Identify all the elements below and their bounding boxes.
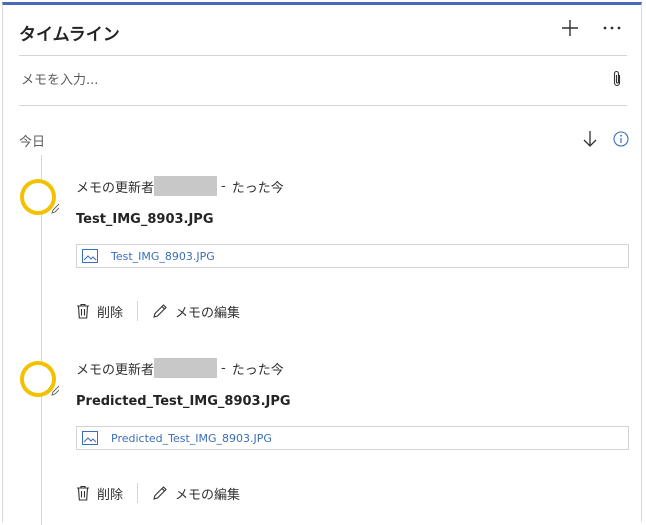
section-date-label: 今日 (19, 135, 46, 150)
edit-note-button[interactable]: メモの編集 (152, 484, 240, 503)
attachment-link[interactable]: Predicted_Test_IMG_8903.JPG (76, 426, 629, 450)
trash-icon (77, 485, 89, 501)
attach-button[interactable] (607, 67, 627, 91)
trash-icon (77, 303, 89, 319)
paperclip-icon (613, 70, 621, 87)
edit-note-button[interactable]: メモの編集 (152, 302, 240, 321)
action-divider (137, 483, 139, 503)
entry-author-line: メモの更新者 - たった今 (76, 176, 284, 196)
pencil-icon (153, 486, 167, 500)
redacted-author-name (154, 176, 218, 196)
author-prefix: メモの更新者 (76, 362, 155, 378)
entry-actions: 削除 メモの編集 (76, 300, 240, 322)
note-text: Test_IMG_8903.JPG (76, 212, 214, 227)
sort-button[interactable] (579, 127, 601, 151)
delete-button[interactable]: 削除 (76, 484, 123, 503)
avatar-ring-icon (20, 361, 59, 397)
more-options-button[interactable] (599, 15, 625, 41)
image-file-icon (82, 431, 98, 445)
panel-title: タイムライン (19, 25, 120, 45)
timeline-header: タイムライン (19, 5, 627, 56)
note-text: Predicted_Test_IMG_8903.JPG (76, 394, 291, 409)
delete-button[interactable]: 削除 (76, 302, 123, 321)
info-button[interactable] (611, 128, 631, 150)
entry-time: たった今 (231, 362, 284, 378)
action-divider (137, 301, 139, 321)
add-button[interactable] (557, 15, 583, 41)
ellipsis-icon (603, 26, 621, 30)
attachment-filename: Test_IMG_8903.JPG (111, 249, 215, 263)
time-separator: - (221, 178, 226, 194)
time-separator: - (221, 360, 226, 376)
timeline-entry: メモの更新者 - たった今 Test_IMG_8903.JPG Test_IMG… (3, 154, 643, 324)
redacted-author-name (154, 358, 218, 378)
attachment-filename: Predicted_Test_IMG_8903.JPG (111, 431, 272, 445)
arrow-down-icon (583, 131, 597, 147)
timeline-entry: メモの更新者 - たった今 Predicted_Test_IMG_8903.JP… (3, 336, 643, 506)
entry-actions: 削除 メモの編集 (76, 482, 240, 504)
edit-note-label: メモの編集 (175, 487, 241, 503)
entry-time: たった今 (231, 180, 284, 196)
edit-note-label: メモの編集 (175, 305, 241, 321)
info-icon (613, 131, 629, 147)
pencil-icon (153, 304, 167, 318)
memo-entry-row (19, 55, 627, 106)
image-file-icon (82, 249, 98, 263)
delete-label: 削除 (97, 487, 124, 503)
plus-icon (562, 20, 578, 36)
author-prefix: メモの更新者 (76, 180, 155, 196)
timeline-panel: タイムライン 今日 (2, 2, 643, 525)
delete-label: 削除 (97, 305, 124, 321)
attachment-link[interactable]: Test_IMG_8903.JPG (76, 244, 629, 268)
avatar-ring-icon (20, 179, 59, 215)
entry-author-line: メモの更新者 - たった今 (76, 358, 284, 378)
memo-input[interactable] (19, 67, 583, 93)
